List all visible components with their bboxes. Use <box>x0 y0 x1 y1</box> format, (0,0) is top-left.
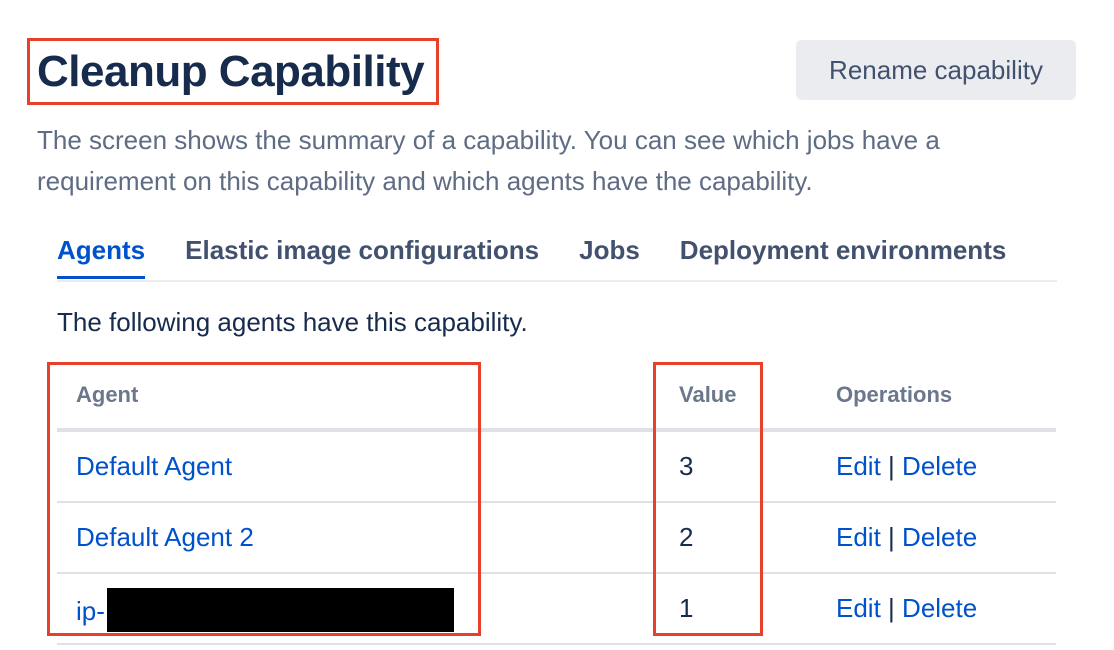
agent-link[interactable]: Default Agent 2 <box>76 522 254 552</box>
table-row: Default Agent 3 Edit | Delete <box>57 432 1056 503</box>
agent-value: 3 <box>679 451 694 481</box>
column-header-agent: Agent <box>76 382 139 407</box>
column-header-operations: Operations <box>836 382 953 407</box>
operations-cell: Edit | Delete <box>836 520 977 554</box>
redaction-block <box>106 588 454 632</box>
agent-link[interactable]: ip- <box>76 596 105 626</box>
delete-link[interactable]: Delete <box>902 593 977 623</box>
agent-value: 2 <box>679 522 694 552</box>
page-title: Cleanup Capability <box>37 47 425 96</box>
table-header: Agent Value Operations <box>57 370 1056 432</box>
page-description: The screen shows the summary of a capabi… <box>37 125 940 196</box>
edit-link[interactable]: Edit <box>836 451 881 481</box>
agent-value: 1 <box>679 593 694 623</box>
column-header-value: Value <box>679 382 737 407</box>
agents-table: Agent Value Operations Default Agent 3 E… <box>57 370 1056 645</box>
agent-link[interactable]: Default Agent <box>76 451 232 481</box>
edit-link[interactable]: Edit <box>836 522 881 552</box>
agents-intro-text: The following agents have this capabilit… <box>57 307 528 337</box>
operations-cell: Edit | Delete <box>836 449 977 483</box>
delete-link[interactable]: Delete <box>902 451 977 481</box>
delete-link[interactable]: Delete <box>902 522 977 552</box>
tab-jobs[interactable]: Jobs <box>579 230 640 276</box>
table-row: ip- 1 Edit | Delete <box>57 574 1056 645</box>
tab-elastic-image-configurations[interactable]: Elastic image configurations <box>185 230 539 276</box>
edit-link[interactable]: Edit <box>836 593 881 623</box>
tab-deployment-environments[interactable]: Deployment environments <box>680 230 1007 276</box>
table-row: Default Agent 2 2 Edit | Delete <box>57 503 1056 574</box>
capability-page: Cleanup Capability Rename capability The… <box>0 0 1114 650</box>
tab-bar: Agents Elastic image configurations Jobs… <box>57 230 1057 282</box>
operations-separator: | <box>888 451 895 481</box>
tab-agents[interactable]: Agents <box>57 230 146 279</box>
rename-capability-button[interactable]: Rename capability <box>796 40 1076 100</box>
operations-cell: Edit | Delete <box>836 591 977 625</box>
operations-separator: | <box>888 522 895 552</box>
operations-separator: | <box>888 593 895 623</box>
